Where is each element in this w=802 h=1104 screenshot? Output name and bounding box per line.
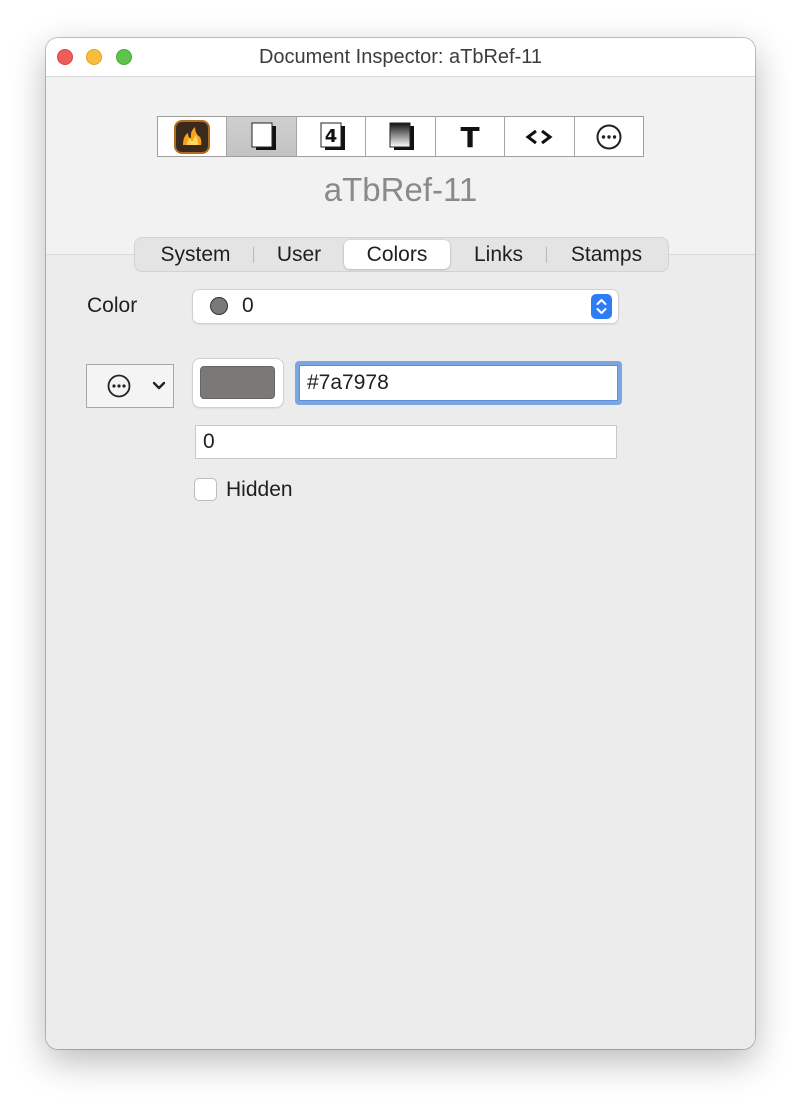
tab-bar: System User Colors Links Stamps (134, 237, 669, 272)
hex-color-field[interactable] (299, 365, 618, 401)
document-icon (251, 122, 276, 150)
toolbar-button-properties[interactable] (158, 117, 228, 156)
toolbar-button-number[interactable]: 4 (297, 117, 367, 156)
tab-stamps[interactable]: Stamps (547, 240, 666, 269)
hidden-checkbox-label[interactable]: Hidden (226, 478, 293, 502)
color-well-swatch (200, 366, 275, 399)
tab-colors[interactable]: Colors (344, 240, 450, 269)
ellipsis-circle-icon (596, 124, 622, 149)
svg-text:4: 4 (325, 126, 338, 147)
title-bar[interactable]: Document Inspector: aTbRef-11 (46, 38, 755, 77)
inspector-window: Document Inspector: aTbRef-11 4 T aTbRef… (46, 38, 755, 1049)
code-brackets-icon (525, 129, 553, 144)
toolbar-button-more[interactable] (575, 117, 643, 156)
color-popup-value: 0 (242, 294, 254, 317)
toolbar-button-text[interactable]: T (436, 117, 506, 156)
tab-user[interactable]: User (254, 240, 344, 269)
tab-system[interactable]: System (137, 240, 254, 269)
window-title: Document Inspector: aTbRef-11 (258, 46, 543, 68)
toolbar-button-code[interactable] (505, 117, 575, 156)
inspector-toolbar: 4 T (157, 116, 644, 157)
toolbar-button-shadow[interactable] (366, 117, 436, 156)
popup-stepper-icon (591, 294, 612, 319)
color-swatch-dot (210, 297, 228, 315)
ellipsis-circle-icon (107, 374, 166, 398)
color-label: Color (87, 294, 138, 317)
shaded-document-icon (389, 122, 415, 150)
toolbar-button-appearance[interactable] (227, 117, 297, 156)
color-popup[interactable]: 0 (193, 290, 618, 323)
hidden-checkbox[interactable] (194, 478, 217, 501)
action-menu-button[interactable] (86, 364, 174, 408)
tab-links[interactable]: Links (450, 240, 547, 269)
hex-field-focus-ring (295, 361, 622, 405)
number-4-icon: 4 (320, 122, 346, 150)
document-name: aTbRef-11 (323, 171, 478, 208)
color-well[interactable] (193, 359, 283, 407)
svg-text:T: T (460, 121, 479, 154)
flame-icon (174, 119, 211, 154)
number-field[interactable] (195, 425, 617, 459)
text-t-icon: T (460, 121, 479, 154)
